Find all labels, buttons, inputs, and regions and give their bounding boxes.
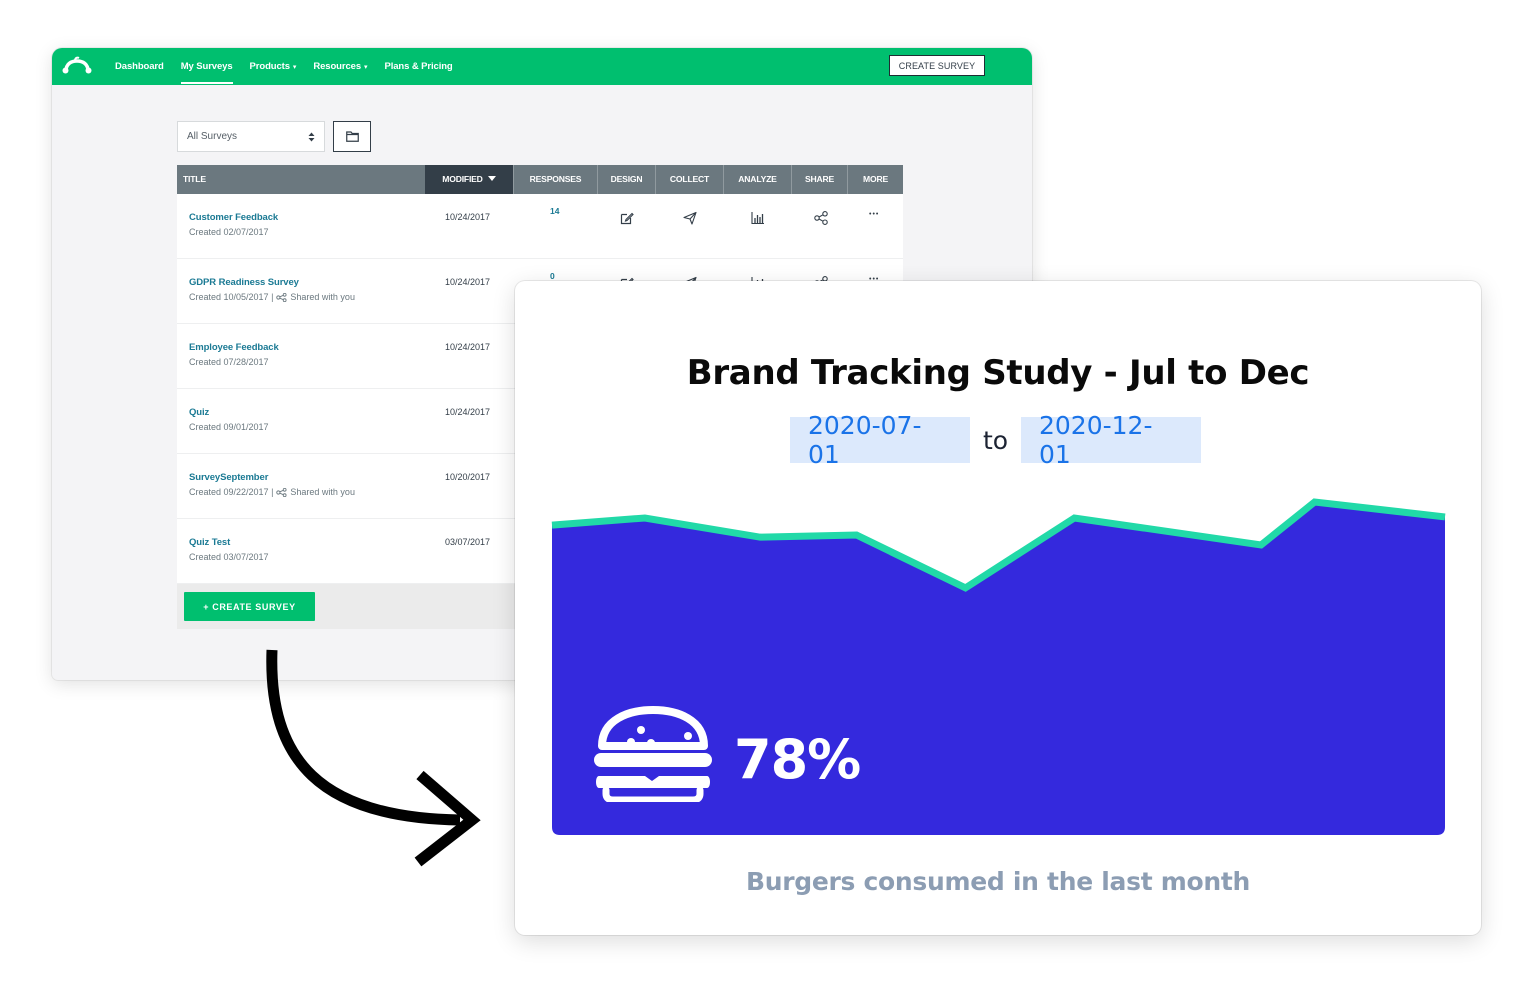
survey-created-meta: Created 10/05/2017 | Shared with you (189, 292, 355, 302)
nav-plans-pricing[interactable]: Plans & Pricing (384, 48, 452, 85)
column-responses[interactable]: RESPONSES (513, 165, 597, 194)
response-count[interactable]: 14 (550, 206, 559, 216)
nav-menu: Dashboard My Surveys Products ▾ Resources… (115, 48, 470, 85)
survey-created-meta: Created 09/22/2017 | Shared with you (189, 487, 355, 497)
area-chart (551, 498, 1446, 835)
shared-with-you-label: Shared with you (290, 487, 355, 497)
nav-label: Products (249, 61, 290, 72)
nav-label: Resources (313, 61, 362, 72)
chevron-down-icon: ▾ (292, 64, 297, 71)
modified-date: 03/07/2017 (445, 537, 491, 547)
more-options-icon[interactable]: ••• (869, 211, 879, 218)
design-edit-icon[interactable] (620, 211, 634, 225)
response-count[interactable]: 0 (550, 271, 555, 281)
column-design: DESIGN (597, 165, 655, 194)
filter-selected-value: All Surveys (187, 131, 238, 142)
top-navbar: Dashboard My Surveys Products ▾ Resources… (52, 48, 1032, 85)
nav-my-surveys[interactable]: My Surveys (180, 48, 233, 85)
nav-label: My Surveys (180, 61, 233, 72)
created-date: Created 03/07/2017 (189, 552, 269, 562)
folder-icon (345, 131, 359, 142)
modified-date: 10/24/2017 (445, 212, 491, 222)
collect-send-icon[interactable] (683, 211, 697, 225)
column-collect: COLLECT (655, 165, 723, 194)
analyze-chart-icon[interactable] (751, 211, 765, 225)
created-date: Created 09/01/2017 (189, 422, 269, 432)
column-analyze: ANALYZE (723, 165, 791, 194)
burger-icon (594, 706, 712, 802)
create-survey-bottom-button[interactable]: + CREATE SURVEY (184, 592, 315, 621)
column-share: SHARE (791, 165, 847, 194)
chevron-down-icon: ▾ (364, 64, 368, 71)
survey-title-link[interactable]: Customer Feedback (189, 212, 278, 223)
column-label: MODIFIED (442, 174, 483, 184)
survey-created-meta: Created 09/01/2017 (189, 422, 269, 432)
curved-arrow-icon (266, 649, 481, 867)
modified-date: 10/20/2017 (445, 472, 491, 482)
modified-date: 10/24/2017 (445, 277, 491, 287)
survey-title-link[interactable]: Quiz Test (189, 537, 230, 548)
share-icon[interactable] (814, 211, 828, 225)
nav-label: Dashboard (115, 61, 164, 72)
created-date: Created 09/22/2017 | (189, 487, 274, 497)
nav-dashboard[interactable]: Dashboard (115, 48, 164, 85)
survey-filter-select[interactable]: All Surveys (177, 121, 325, 152)
surveymonkey-logo-icon[interactable] (62, 54, 92, 78)
survey-title-link[interactable]: Employee Feedback (189, 342, 279, 353)
created-date: Created 07/28/2017 (189, 357, 269, 367)
nav-products[interactable]: Products ▾ (250, 48, 297, 85)
modified-date: 10/24/2017 (445, 407, 491, 417)
kpi-block: 78% (590, 706, 861, 802)
sort-desc-icon (487, 176, 496, 181)
dashboard-card: Brand Tracking Study - Jul to Dec 2020-0… (515, 281, 1481, 935)
shared-icon (276, 487, 287, 497)
nav-resources[interactable]: Resources ▾ (313, 48, 367, 85)
kpi-value: 78% (734, 727, 861, 791)
column-modified[interactable]: MODIFIED (425, 165, 513, 194)
shared-icon (276, 292, 287, 302)
column-more: MORE (847, 165, 903, 194)
folder-button[interactable] (333, 121, 371, 152)
survey-created-meta: Created 07/28/2017 (189, 357, 269, 367)
survey-created-meta: Created 02/07/2017 (189, 227, 269, 237)
shared-with-you-label: Shared with you (290, 292, 355, 302)
survey-created-meta: Created 03/07/2017 (189, 552, 269, 562)
nav-label: Plans & Pricing (384, 61, 453, 72)
survey-title-link[interactable]: SurveySeptember (189, 472, 268, 483)
create-survey-button[interactable]: CREATE SURVEY (889, 55, 985, 76)
sort-updown-icon (308, 132, 315, 142)
table-header: TITLE MODIFIED RESPONSES DESIGN COLLECT … (177, 165, 903, 194)
survey-title-link[interactable]: Quiz (189, 407, 209, 418)
column-title[interactable]: TITLE (177, 165, 425, 194)
chart-caption: Burgers consumed in the last month (745, 867, 1251, 896)
table-row: Customer Feedback Created 02/07/2017 10/24… (177, 194, 903, 259)
created-date: Created 02/07/2017 (189, 227, 269, 237)
created-date: Created 10/05/2017 | (189, 292, 274, 302)
modified-date: 10/24/2017 (445, 342, 491, 352)
survey-title-link[interactable]: GDPR Readiness Survey (189, 277, 299, 288)
